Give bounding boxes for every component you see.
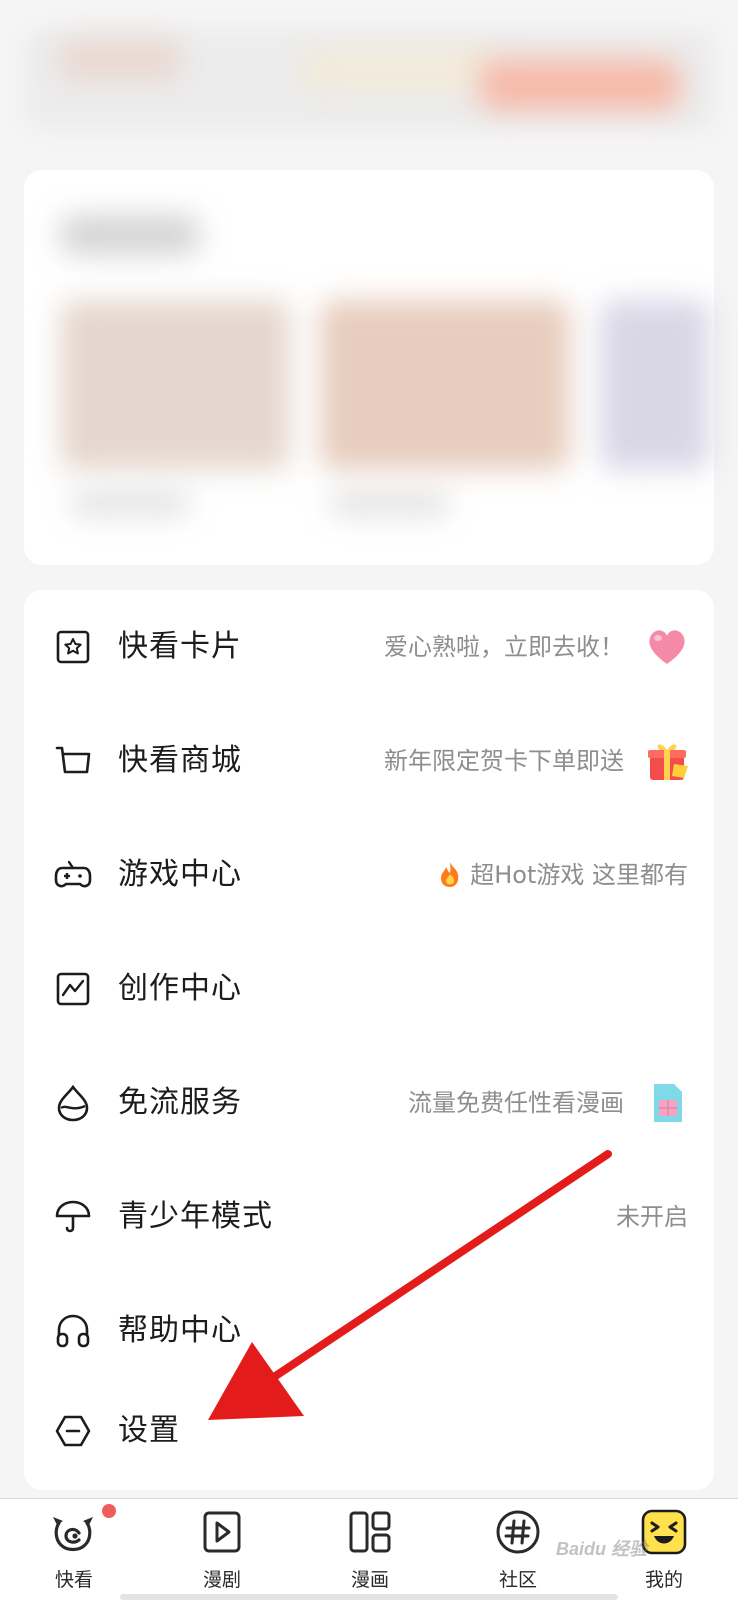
menu-item-hint-text: 超Hot游戏 这里都有 — [470, 861, 688, 889]
menu-item-label: 创作中心 — [118, 971, 242, 1006]
menu-item-label: 免流服务 — [118, 1085, 242, 1120]
heart-icon — [649, 630, 685, 664]
blurred-text — [330, 490, 450, 516]
blurred-cover — [600, 300, 710, 470]
card-star-icon — [56, 630, 90, 664]
menu-item-label: 游戏中心 — [118, 857, 242, 892]
menu-item-help[interactable]: 帮助中心 — [24, 1274, 714, 1388]
notification-dot — [102, 1504, 116, 1518]
umbrella-icon — [55, 1200, 91, 1233]
menu-item-games[interactable]: 游戏中心 超Hot游戏 这里都有 — [24, 818, 714, 932]
gift-icon — [648, 744, 688, 780]
blurred-shape — [480, 60, 680, 110]
settings-icon — [55, 1415, 91, 1447]
blurred-content — [0, 0, 738, 580]
play-icon — [203, 1511, 241, 1553]
blurred-title — [60, 215, 200, 255]
menu-item-teen-mode[interactable]: 青少年模式 未开启 — [24, 1160, 714, 1274]
menu-item-hint: 新年限定贺卡下单即送 — [384, 747, 624, 775]
menu-item-label: 青少年模式 — [118, 1199, 273, 1234]
gamepad-icon — [54, 860, 92, 888]
comic-grid-icon — [349, 1511, 391, 1553]
menu-item-cards[interactable]: 快看卡片 爱心熟啦，立即去收！ — [24, 590, 714, 704]
chart-icon — [56, 972, 90, 1006]
blurred-shape — [60, 40, 180, 80]
blurred-cover — [320, 300, 570, 470]
menu-item-hint: 爱心熟啦，立即去收！ — [384, 633, 624, 661]
cart-icon — [55, 746, 91, 774]
kuaikan-icon — [53, 1517, 93, 1552]
nav-tab-label: 漫画 — [350, 1569, 389, 1591]
menu-item-hint: 未开启 — [616, 1203, 688, 1231]
nav-tab-label: 我的 — [644, 1569, 683, 1591]
menu-item-hint: 超Hot游戏 这里都有 — [438, 818, 688, 932]
headphones-icon — [56, 1314, 90, 1348]
menu-item-mall[interactable]: 快看商城 新年限定贺卡下单即送 — [24, 704, 714, 818]
blurred-cover — [60, 300, 290, 470]
menu-item-settings[interactable]: 设置 — [24, 1374, 714, 1488]
menu-card: 快看卡片 爱心熟啦，立即去收！ 快看商城 新年限定贺卡下单即送 游戏中心 超Ho… — [24, 590, 714, 1490]
drop-icon — [57, 1084, 89, 1122]
watermark: Baidu 经验 — [556, 1539, 648, 1559]
menu-item-label: 设置 — [118, 1413, 180, 1448]
fire-icon — [441, 862, 459, 887]
nav-tab-label: 社区 — [498, 1569, 537, 1591]
menu-item-free-data[interactable]: 免流服务 流量免费任性看漫画 — [24, 1046, 714, 1160]
menu-item-label: 帮助中心 — [118, 1313, 242, 1348]
nav-tab-drama[interactable]: 漫剧 — [148, 1499, 296, 1601]
home-indicator — [120, 1594, 618, 1600]
menu-item-label: 快看卡片 — [118, 629, 242, 664]
nav-tab-comics[interactable]: 漫画 — [296, 1499, 444, 1601]
hashtag-icon — [496, 1510, 540, 1554]
sim-card-icon — [654, 1084, 682, 1122]
nav-tab-kuaikan[interactable]: 快看 — [0, 1499, 148, 1601]
blurred-shape — [300, 50, 500, 90]
blurred-text — [70, 490, 190, 516]
menu-item-creator[interactable]: 创作中心 — [24, 932, 714, 1046]
menu-item-label: 快看商城 — [118, 743, 242, 778]
nav-tab-label: 漫剧 — [202, 1569, 241, 1591]
nav-tab-label: 快看 — [54, 1569, 93, 1591]
menu-item-hint: 流量免费任性看漫画 — [408, 1089, 624, 1117]
